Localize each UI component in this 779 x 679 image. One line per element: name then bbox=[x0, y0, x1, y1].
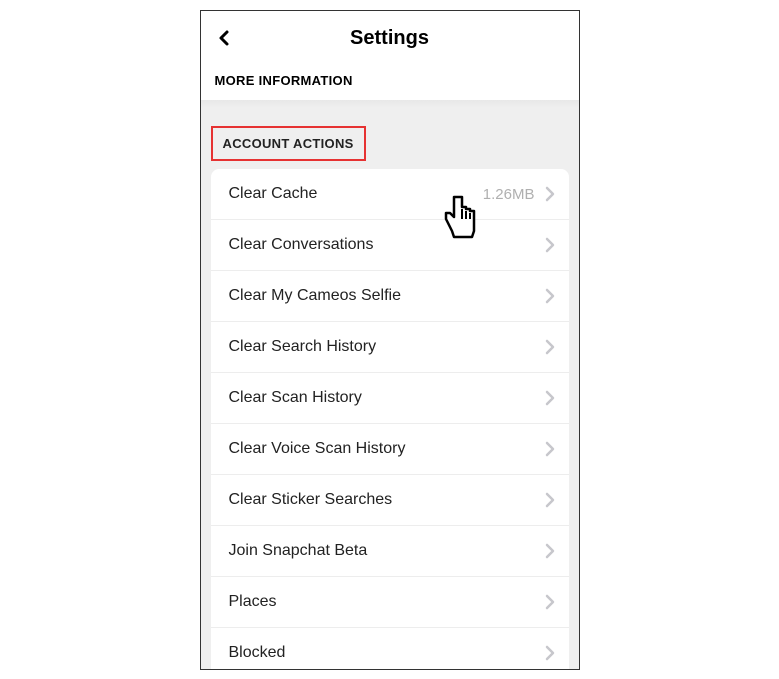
list-item-label: Clear Search History bbox=[229, 338, 377, 356]
list-item-label: Clear My Cameos Selfie bbox=[229, 287, 402, 305]
back-button[interactable] bbox=[215, 29, 233, 47]
list-item-right bbox=[545, 390, 555, 406]
list-item-right bbox=[545, 594, 555, 610]
list-item-label: Places bbox=[229, 593, 277, 611]
list-item-clear-search-history[interactable]: Clear Search History bbox=[211, 322, 569, 373]
list-item-right bbox=[545, 645, 555, 661]
list-item-label: Clear Cache bbox=[229, 185, 318, 203]
list-item-clear-cache[interactable]: Clear Cache 1.26MB bbox=[211, 169, 569, 220]
chevron-right-icon bbox=[545, 288, 555, 304]
section-divider bbox=[201, 100, 579, 108]
chevron-right-icon bbox=[545, 339, 555, 355]
account-actions-section: ACCOUNT ACTIONS Clear Cache 1.26MB Clear… bbox=[201, 108, 579, 670]
list-item-places[interactable]: Places bbox=[211, 577, 569, 628]
list-item-clear-scan-history[interactable]: Clear Scan History bbox=[211, 373, 569, 424]
account-actions-header: ACCOUNT ACTIONS bbox=[211, 126, 366, 161]
list-item-right bbox=[545, 237, 555, 253]
list-item-right bbox=[545, 288, 555, 304]
list-item-label: Clear Sticker Searches bbox=[229, 491, 393, 509]
account-actions-list: Clear Cache 1.26MB Clear Conversations bbox=[211, 169, 569, 670]
list-item-clear-conversations[interactable]: Clear Conversations bbox=[211, 220, 569, 271]
list-item-label: Blocked bbox=[229, 644, 286, 662]
list-item-clear-sticker-searches[interactable]: Clear Sticker Searches bbox=[211, 475, 569, 526]
list-item-join-snapchat-beta[interactable]: Join Snapchat Beta bbox=[211, 526, 569, 577]
chevron-right-icon bbox=[545, 492, 555, 508]
list-item-label: Join Snapchat Beta bbox=[229, 542, 368, 560]
list-item-clear-voice-scan-history[interactable]: Clear Voice Scan History bbox=[211, 424, 569, 475]
header-bar: Settings bbox=[201, 11, 579, 61]
chevron-right-icon bbox=[545, 645, 555, 661]
chevron-right-icon bbox=[545, 594, 555, 610]
chevron-left-icon bbox=[215, 29, 233, 47]
list-item-right bbox=[545, 492, 555, 508]
list-item-value: 1.26MB bbox=[483, 186, 535, 203]
list-item-label: Clear Conversations bbox=[229, 236, 374, 254]
chevron-right-icon bbox=[545, 543, 555, 559]
list-item-blocked[interactable]: Blocked bbox=[211, 628, 569, 670]
more-information-header: MORE INFORMATION bbox=[201, 61, 579, 100]
chevron-right-icon bbox=[545, 186, 555, 202]
list-item-right bbox=[545, 339, 555, 355]
list-item-label: Clear Voice Scan History bbox=[229, 440, 406, 458]
settings-screen: Settings MORE INFORMATION ACCOUNT ACTION… bbox=[200, 10, 580, 670]
list-item-right: 1.26MB bbox=[483, 186, 555, 203]
list-item-right bbox=[545, 543, 555, 559]
list-item-right bbox=[545, 441, 555, 457]
chevron-right-icon bbox=[545, 441, 555, 457]
list-item-clear-cameos-selfie[interactable]: Clear My Cameos Selfie bbox=[211, 271, 569, 322]
chevron-right-icon bbox=[545, 237, 555, 253]
chevron-right-icon bbox=[545, 390, 555, 406]
page-title: Settings bbox=[350, 27, 429, 50]
list-item-label: Clear Scan History bbox=[229, 389, 362, 407]
